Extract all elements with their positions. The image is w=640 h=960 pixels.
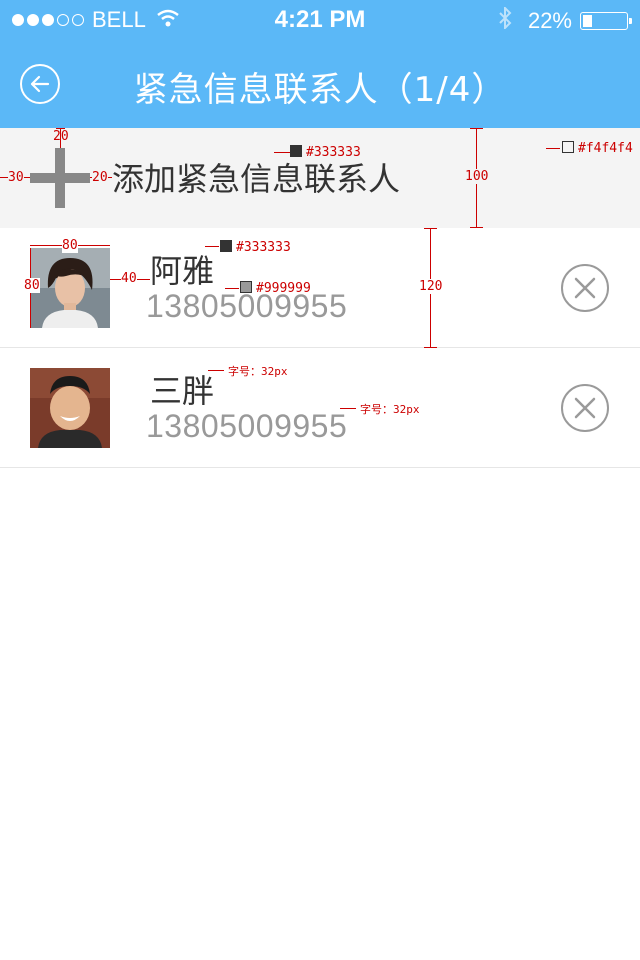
annotation-name-font: 字号：32px [228,365,288,378]
circle-x-icon [574,397,596,419]
add-contact-label: 添加紧急信息联系人 [112,160,401,198]
battery-percent: 22% [527,8,572,33]
status-bar: BELL 4:21 PM 22% [0,0,640,40]
delete-contact-button[interactable] [561,264,609,312]
contact-row[interactable]: 三胖 13805009955 [0,348,640,468]
annotation-add-icon-top: 20 [53,129,69,144]
battery-icon [580,12,632,30]
annotation-avatar-gap: 40 [121,271,137,286]
annotation-add-icon-right: 20 [92,170,108,185]
annotation-avatar-width: 80 [62,238,78,253]
page-title: 紧急信息联系人（1/4） [133,70,507,110]
delete-contact-button[interactable] [561,384,609,432]
circle-x-icon [574,277,596,299]
contact-phone: 13805009955 [146,408,348,444]
annotation-row-height: 120 [419,279,443,294]
annotation-avatar-height: 80 [24,278,40,293]
annotation-add-label-color: #333333 [290,145,361,160]
contact-row[interactable]: 阿雅 13805009955 [0,228,640,348]
avatar [30,368,110,448]
plus-icon [30,148,90,208]
annotation-add-row-height: 100 [465,169,489,184]
status-right: 22% [498,5,632,35]
annotation-name-color: #333333 [220,240,291,255]
annotation-phone-font: 字号：32px [360,403,420,416]
annotation-phone-color: #999999 [240,281,311,296]
annotation-bg-color: #f4f4f4 [562,141,633,156]
bluetooth-icon [498,5,512,35]
annotation-add-icon-left: 30 [8,170,24,185]
nav-bar: 紧急信息联系人（1/4） [0,40,640,128]
avatar [30,248,110,328]
contact-name: 阿雅 [150,252,215,290]
contact-name: 三胖 [150,372,215,410]
